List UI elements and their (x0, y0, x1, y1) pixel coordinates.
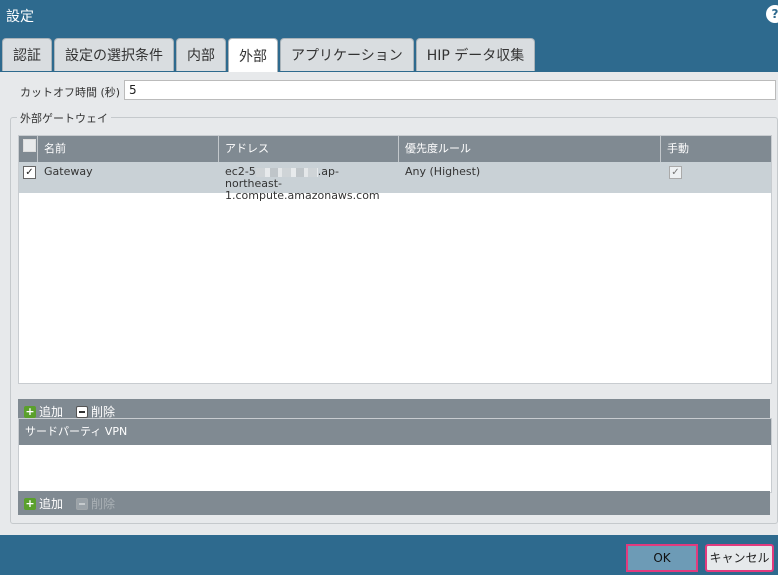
manual-cell: ✓ (661, 162, 771, 193)
tab-authentication[interactable]: 認証 (2, 38, 52, 71)
tab-hip-data-collection[interactable]: HIP データ収集 (415, 38, 536, 71)
external-gateways-group: 外部ゲートウェイ 名前 アドレス 優先度ルール 手動 ✓ Gateway ec2… (10, 110, 778, 524)
row-select-cell: ✓ (19, 162, 38, 193)
grid-header: 名前 アドレス 優先度ルール 手動 (19, 136, 771, 162)
tab-bar: 認証 設定の選択条件 内部 外部 アプリケーション HIP データ収集 (2, 38, 536, 72)
tab-applications[interactable]: アプリケーション (280, 38, 414, 71)
column-header-name[interactable]: 名前 (38, 136, 219, 162)
external-tab-panel: カットオフ時間 (秒) 5 外部ゲートウェイ 名前 アドレス 優先度ルール 手動… (0, 72, 778, 535)
column-header-address[interactable]: アドレス (219, 136, 399, 162)
delete-vpn-button[interactable]: 削除 (76, 495, 115, 512)
cancel-button[interactable]: キャンセル (705, 544, 774, 572)
add-label: 追加 (39, 497, 64, 511)
plus-icon: + (24, 496, 36, 510)
select-all-cell (19, 136, 38, 162)
gateway-name[interactable]: Gateway (38, 162, 219, 193)
address-line2: 1.compute.amazonaws.com (225, 189, 380, 202)
minus-icon (76, 497, 88, 510)
dialog-titlebar: 設定 ? (0, 0, 778, 36)
tab-config-selection-criteria[interactable]: 設定の選択条件 (54, 38, 174, 71)
redacted-address-segment (255, 167, 318, 177)
row-checkbox[interactable]: ✓ (23, 166, 36, 179)
vpn-toolbar: + 追加 削除 (18, 491, 770, 515)
third-party-vpn-header[interactable]: サードパーティ VPN (19, 419, 771, 445)
minus-icon (76, 405, 88, 418)
third-party-vpn-grid: サードパーティ VPN (18, 418, 772, 493)
column-header-priority-rule[interactable]: 優先度ルール (399, 136, 661, 162)
help-icon[interactable]: ? (764, 3, 778, 25)
ok-button[interactable]: OK (626, 544, 698, 572)
cutoff-time-label: カットオフ時間 (秒) (20, 86, 121, 99)
delete-label: 削除 (91, 497, 116, 511)
column-header-manual[interactable]: 手動 (661, 136, 771, 162)
dialog-title: 設定 (6, 9, 34, 25)
gateway-address: ec2-5 .ap-northeast- 1.compute.amazonaws.… (219, 162, 399, 202)
select-all-checkbox[interactable] (23, 139, 36, 152)
table-row[interactable]: ✓ Gateway ec2-5 .ap-northeast- 1.compute.… (19, 162, 771, 202)
external-gateways-grid: 名前 アドレス 優先度ルール 手動 ✓ Gateway ec2-5 .ap-nor… (18, 135, 772, 384)
manual-checkbox[interactable]: ✓ (669, 166, 682, 179)
external-gateways-legend: 外部ゲートウェイ (17, 110, 111, 126)
cutoff-time-input[interactable]: 5 (124, 80, 776, 100)
add-vpn-button[interactable]: + 追加 (24, 495, 63, 512)
tab-internal[interactable]: 内部 (176, 38, 226, 71)
tab-external[interactable]: 外部 (228, 38, 278, 72)
plus-icon: + (24, 404, 36, 418)
gateway-priority: Any (Highest) (405, 165, 481, 178)
